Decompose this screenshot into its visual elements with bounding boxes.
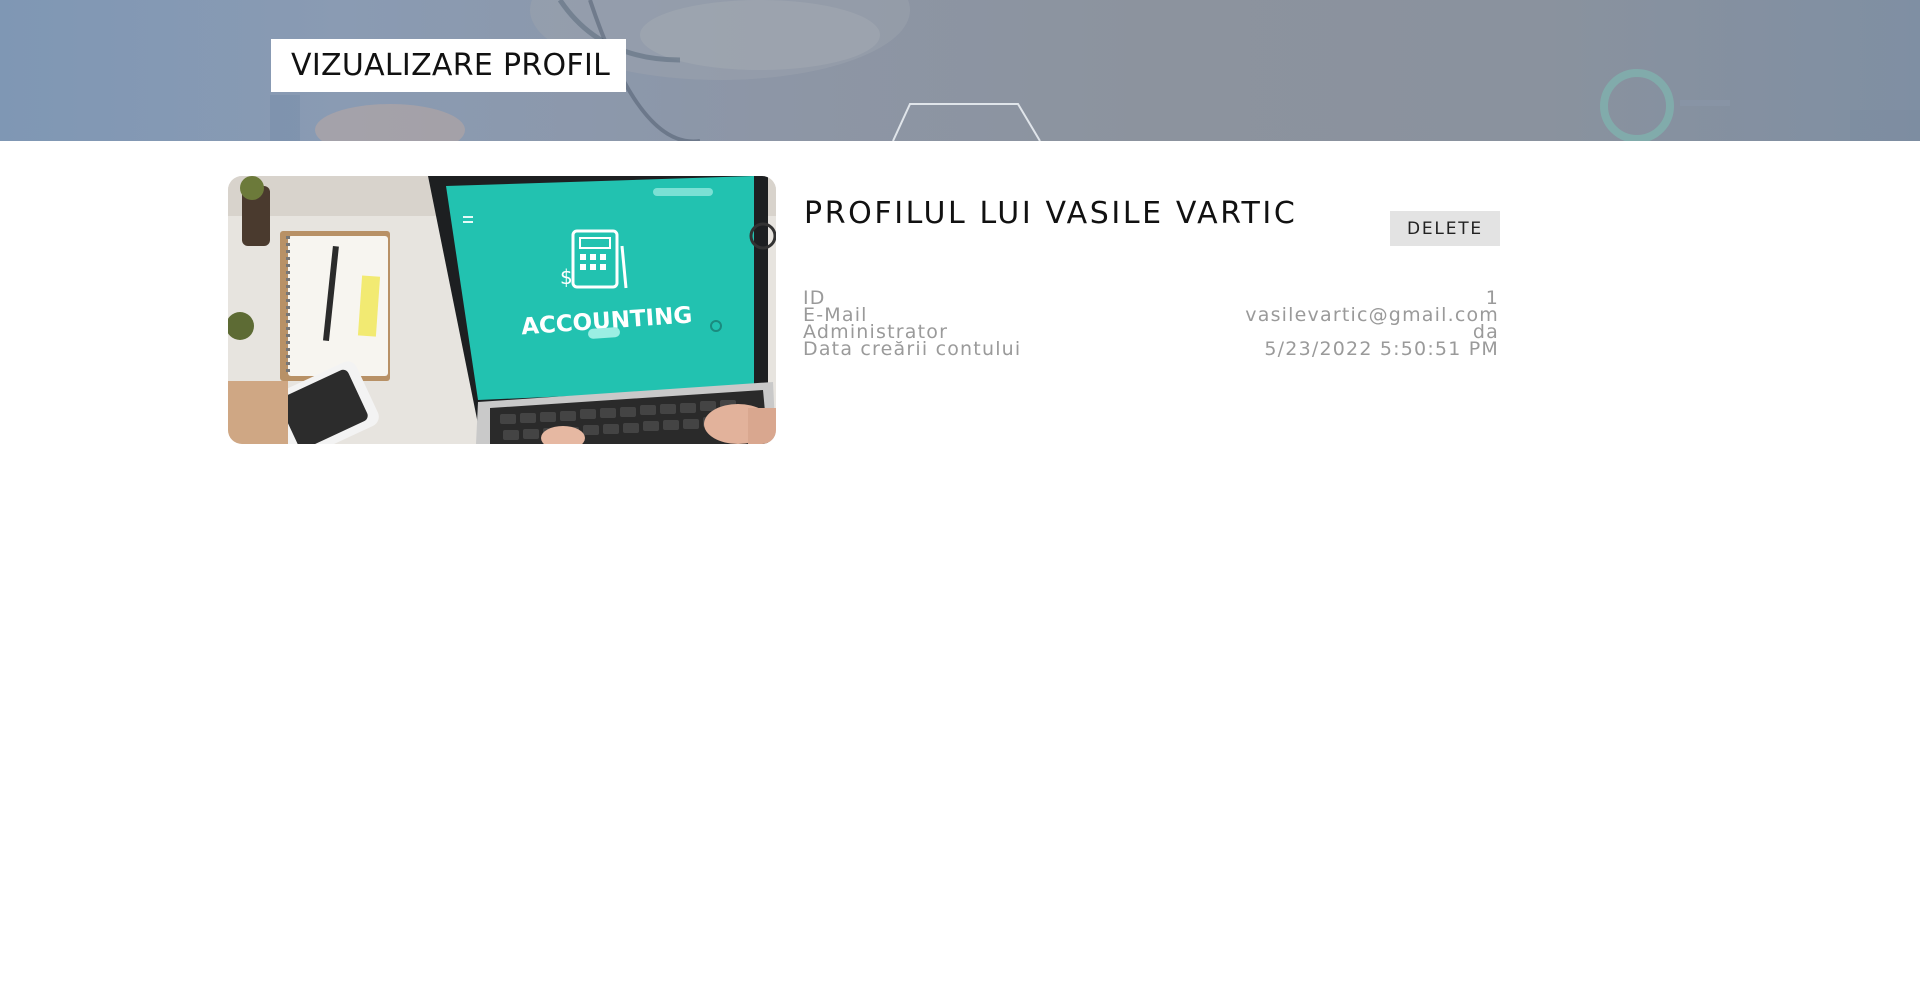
laptop-accounting-illustration: $ ACCOUNTING: [228, 176, 776, 444]
field-label: Data creării contului: [803, 338, 1022, 360]
svg-text:$: $: [560, 265, 573, 289]
field-value: vasilevartic@gmail.com: [1245, 304, 1499, 326]
profile-image: $ ACCOUNTING: [228, 176, 776, 444]
delete-button[interactable]: DELETE: [1390, 211, 1500, 246]
profile-info-table: ID 1 E-Mail vasilevartic@gmail.com Admin…: [803, 289, 1499, 360]
profile-title: PROFILUL LUI VASILE VARTIC: [804, 196, 1298, 231]
field-value: 5/23/2022 5:50:51 PM: [1264, 338, 1499, 360]
page-title: VIZUALIZARE PROFIL: [291, 48, 611, 83]
page-title-box: VIZUALIZARE PROFIL: [271, 39, 627, 92]
hero-banner: VIZUALIZARE PROFIL: [0, 0, 1920, 141]
info-row-created-date: Data creării contului 5/23/2022 5:50:51 …: [803, 338, 1499, 360]
